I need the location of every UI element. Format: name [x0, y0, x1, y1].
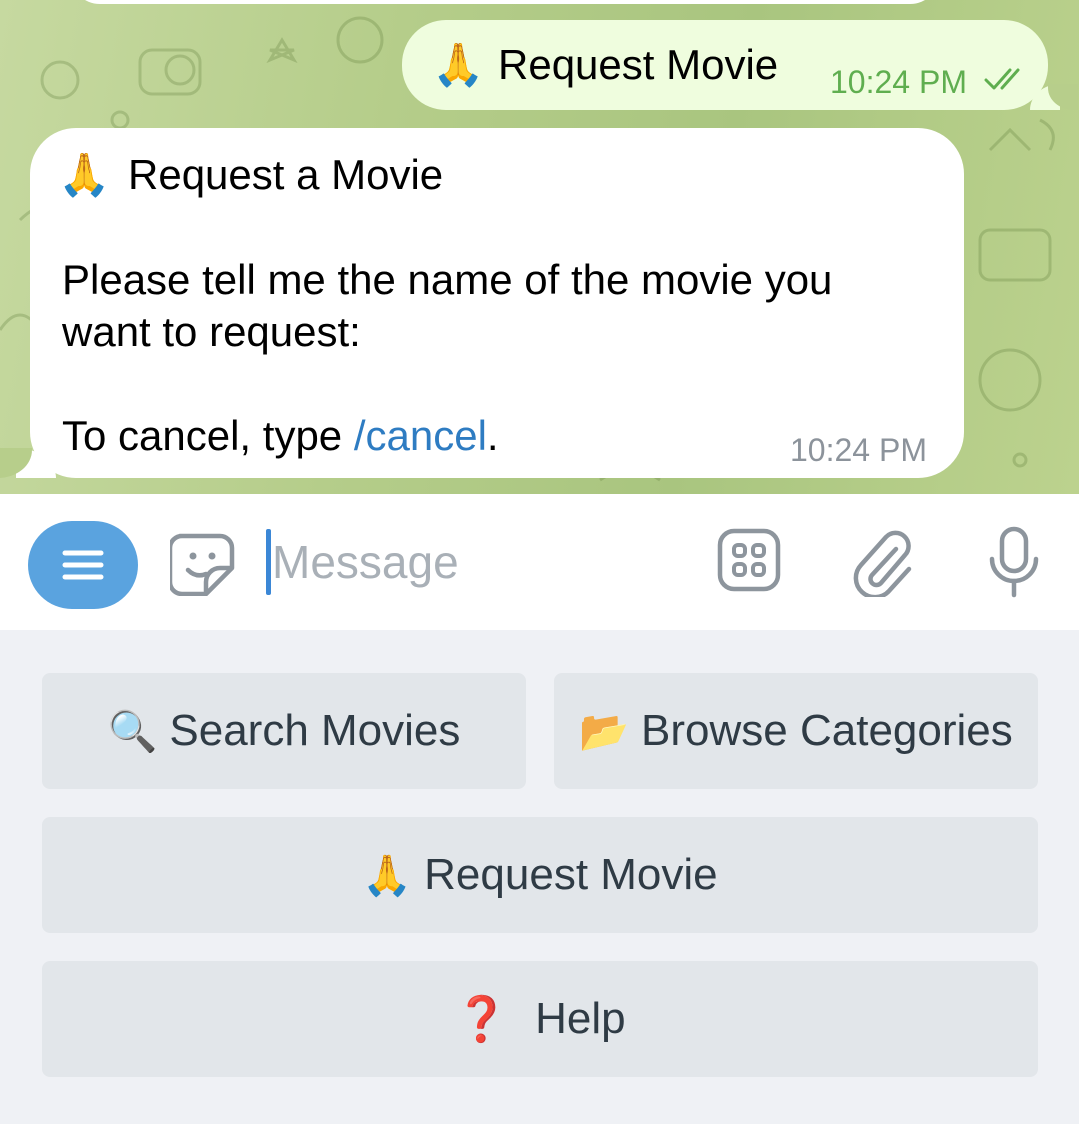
help-button[interactable]: ❓ Help [42, 961, 1038, 1077]
cancel-instruction: To cancel, type /cancel. [62, 410, 499, 462]
outgoing-message-text: Request Movie [498, 41, 779, 88]
sticker-icon[interactable] [170, 532, 236, 596]
cancel-suffix: . [486, 412, 499, 459]
cancel-command-link[interactable]: /cancel [354, 412, 487, 459]
folder-emoji: 📂 [579, 709, 630, 754]
previous-message-bubble [70, 0, 940, 4]
message-input[interactable] [272, 528, 692, 596]
menu-icon [62, 550, 104, 580]
bot-keyboard-icon[interactable] [716, 527, 782, 593]
message-composer [0, 494, 1079, 630]
search-movies-button[interactable]: 🔍 Search Movies [42, 673, 526, 789]
incoming-message-title: Request a Movie [128, 151, 444, 198]
question-mark-emoji: ❓ [454, 995, 510, 1044]
request-movie-button[interactable]: 🙏 Request Movie [42, 817, 1038, 933]
incoming-message[interactable]: 🙏 Request a Movie Please tell me the nam… [0, 128, 964, 478]
request-movie-label: Request Movie [424, 850, 718, 899]
bubble-tail [1030, 84, 1078, 110]
browse-categories-button[interactable]: 📂 Browse Categories [554, 673, 1038, 789]
browse-categories-label: Browse Categories [641, 706, 1013, 755]
magnifier-emoji: 🔍 [107, 709, 158, 754]
incoming-message-time: 10:24 PM [790, 432, 927, 468]
outgoing-message[interactable]: 🙏 Request Movie 10:24 PM [402, 20, 1078, 110]
incoming-message-body-line-1: Please tell me the name of the movie you [62, 256, 833, 303]
cancel-prefix: To cancel, type [62, 412, 354, 459]
bot-reply-keyboard: 🔍 Search Movies 📂 Browse Categories 🙏 Re… [0, 630, 1079, 1124]
microphone-icon[interactable] [986, 525, 1042, 599]
folded-hands-emoji: 🙏 [432, 41, 485, 88]
help-label: Help [535, 994, 626, 1043]
search-movies-label: Search Movies [169, 706, 461, 755]
outgoing-message-time: 10:24 PM [830, 64, 967, 100]
double-check-icon [984, 68, 1020, 90]
incoming-message-body-line-2: want to request: [62, 308, 361, 355]
bubble-tail [0, 448, 56, 478]
folded-hands-emoji: 🙏 [362, 853, 413, 898]
text-caret [266, 529, 271, 595]
bot-menu-button[interactable] [28, 521, 138, 609]
paperclip-icon[interactable] [852, 527, 914, 597]
folded-hands-emoji: 🙏 [58, 151, 111, 198]
chat-area: 🙏 Request Movie 10:24 PM 🙏 Request a Mov… [0, 0, 1079, 494]
